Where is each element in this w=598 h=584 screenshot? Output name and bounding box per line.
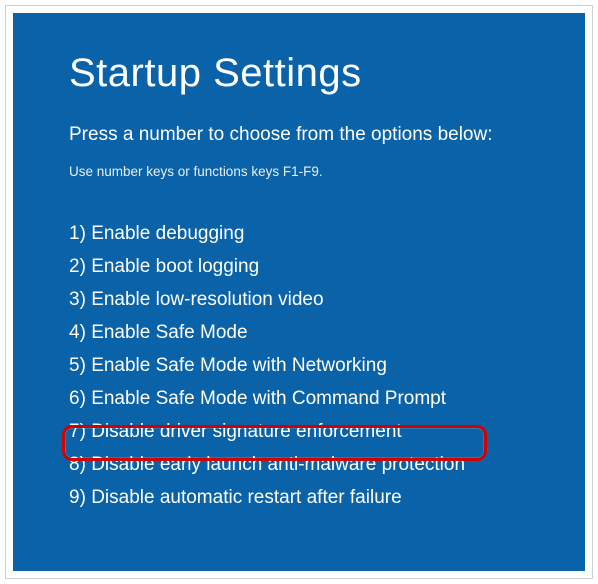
option-enable-boot-logging[interactable]: 2) Enable boot logging [69, 250, 585, 283]
option-label: Disable automatic restart after failure [91, 487, 401, 508]
option-label: Enable low-resolution video [91, 289, 323, 310]
option-label: Enable Safe Mode [91, 322, 247, 343]
option-number: 5) [69, 355, 86, 376]
startup-settings-screen: Startup Settings Press a number to choos… [13, 13, 585, 571]
option-number: 7) [69, 421, 86, 442]
option-label: Disable early launch anti-malware protec… [91, 454, 465, 475]
instruction-text: Press a number to choose from the option… [69, 124, 585, 146]
option-enable-safe-mode[interactable]: 4) Enable Safe Mode [69, 316, 585, 349]
option-disable-driver-signature[interactable]: 7) Disable driver signature enforcement [69, 415, 585, 448]
option-number: 8) [69, 454, 86, 475]
page-title: Startup Settings [69, 51, 585, 96]
window-frame: Startup Settings Press a number to choos… [5, 5, 593, 579]
option-enable-low-resolution-video[interactable]: 3) Enable low-resolution video [69, 283, 585, 316]
hint-text: Use number keys or functions keys F1-F9. [69, 164, 585, 179]
options-list: 1) Enable debugging 2) Enable boot loggi… [69, 217, 585, 514]
option-enable-safe-mode-command-prompt[interactable]: 6) Enable Safe Mode with Command Prompt [69, 382, 585, 415]
option-label: Enable boot logging [91, 256, 259, 277]
option-number: 1) [69, 223, 86, 244]
option-number: 6) [69, 388, 86, 409]
option-enable-debugging[interactable]: 1) Enable debugging [69, 217, 585, 250]
option-number: 3) [69, 289, 86, 310]
option-label: Enable Safe Mode with Command Prompt [91, 388, 446, 409]
option-label: Enable debugging [91, 223, 244, 244]
option-disable-anti-malware[interactable]: 8) Disable early launch anti-malware pro… [69, 448, 585, 481]
option-number: 4) [69, 322, 86, 343]
option-label: Disable driver signature enforcement [91, 421, 402, 442]
option-enable-safe-mode-networking[interactable]: 5) Enable Safe Mode with Networking [69, 349, 585, 382]
option-number: 9) [69, 487, 86, 508]
option-number: 2) [69, 256, 86, 277]
option-label: Enable Safe Mode with Networking [91, 355, 387, 376]
option-disable-automatic-restart[interactable]: 9) Disable automatic restart after failu… [69, 481, 585, 514]
